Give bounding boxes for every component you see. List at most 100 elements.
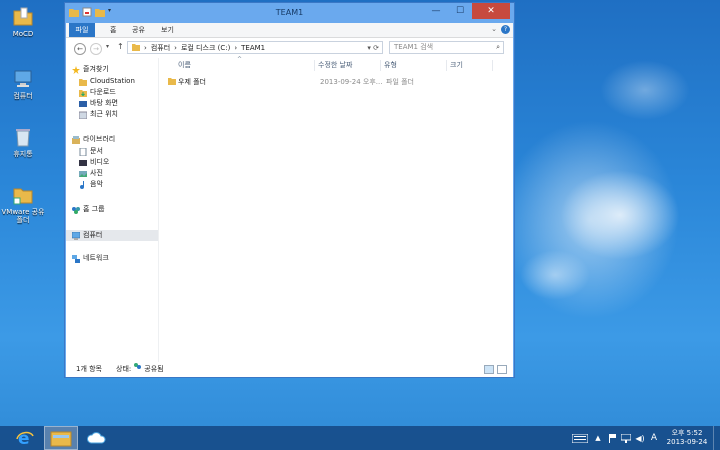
breadcrumb-computer[interactable]: 컴퓨터 — [151, 43, 170, 53]
network-tray-icon[interactable] — [621, 433, 631, 443]
explorer-window: ▾ TEAM1 — ☐ ✕ 파일 홈 공유 보기 ⌄ ? ← → ▾ ↑ › 컴… — [64, 2, 515, 378]
address-field[interactable]: › 컴퓨터 › 로컬 디스크 (C:) › TEAM1 ▾ ⟳ — [127, 41, 383, 54]
maximize-button[interactable]: ☐ — [448, 3, 472, 19]
star-icon — [72, 65, 80, 74]
nav-label: 비디오 — [90, 158, 110, 166]
search-icon: ⌕ — [496, 43, 500, 51]
details-view-button[interactable] — [484, 365, 494, 374]
desktop: MoCD 컴퓨터 휴지통 VMware 공유 폴더 ▾ TEAM1 — ☐ ✕ … — [0, 0, 720, 450]
table-row[interactable]: 우제 폴더 2013-09-24 오후... 파일 폴더 — [168, 77, 492, 88]
pictures-icon — [79, 170, 87, 178]
desktop-icon — [79, 100, 87, 108]
nav-label: 즐겨찾기 — [83, 65, 109, 73]
nav-label: 최근 위치 — [90, 110, 118, 118]
desktop-icon-recycle-bin[interactable]: 휴지통 — [0, 126, 46, 158]
computer-icon — [12, 68, 34, 90]
desktop-icon-computer[interactable]: 컴퓨터 — [0, 68, 46, 100]
nav-item-desktop[interactable]: 바탕 화면 — [79, 98, 171, 109]
folder-icon — [79, 78, 87, 86]
navigation-pane: 즐겨찾기 CloudStation 다운로드 바탕 화면 최근 위치 라이브러리… — [66, 58, 159, 362]
desktop-icon-label: 컴퓨터 — [13, 92, 33, 100]
nav-favorites[interactable]: 즐겨찾기 — [72, 64, 164, 75]
action-center-flag-icon[interactable] — [607, 433, 617, 443]
documents-icon — [79, 147, 87, 156]
column-header-size[interactable]: 크기 — [447, 60, 493, 71]
file-explorer-icon[interactable] — [44, 426, 78, 450]
search-input[interactable]: TEAM1 검색 ⌕ — [389, 41, 504, 54]
desktop-icon-mocd[interactable]: MoCD — [0, 6, 46, 38]
help-icon[interactable]: ? — [501, 25, 510, 34]
title-bar[interactable]: ▾ TEAM1 — ☐ ✕ — [65, 3, 514, 23]
nav-item-downloads[interactable]: 다운로드 — [79, 87, 171, 98]
tab-view[interactable]: 보기 — [161, 23, 174, 37]
tab-file[interactable]: 파일 — [69, 23, 95, 37]
computer-icon — [71, 231, 81, 240]
search-placeholder: TEAM1 검색 — [394, 43, 434, 51]
nav-label: 음악 — [90, 180, 103, 188]
clock[interactable]: 오후 5:52 2013-09-24 — [661, 429, 713, 447]
nav-label: 문서 — [90, 147, 103, 155]
show-hidden-icons-icon[interactable]: ▲ — [593, 433, 603, 443]
item-count: 1개 항목 — [76, 365, 102, 373]
window-controls: — ☐ ✕ — [424, 3, 510, 19]
nav-item-documents[interactable]: 문서 — [79, 146, 171, 157]
tab-home[interactable]: 홈 — [110, 23, 116, 37]
wallpaper-flower — [600, 60, 690, 120]
file-name: 우제 폴더 — [178, 78, 206, 86]
videos-icon — [79, 159, 87, 167]
volume-icon[interactable]: ◀) — [635, 433, 645, 443]
nav-item-music[interactable]: 음악 — [79, 179, 171, 190]
breadcrumb-separator: › — [144, 43, 147, 52]
nav-computer[interactable]: 컴퓨터 — [66, 230, 158, 241]
up-button[interactable]: ↑ — [117, 42, 124, 51]
system-tray: ▲ ◀) A 오후 5:52 2013-09-24 — [569, 426, 720, 450]
nav-label: 라이브러리 — [83, 135, 116, 143]
desktop-icon-label: MoCD — [12, 30, 34, 38]
cloud-station-icon[interactable] — [80, 426, 114, 450]
tab-share[interactable]: 공유 — [132, 23, 145, 37]
recent-places-icon — [78, 111, 88, 119]
address-bar-row: ← → ▾ ↑ › 컴퓨터 › 로컬 디스크 (C:) › TEAM1 ▾ ⟳ … — [66, 38, 513, 58]
nav-network[interactable]: 네트워크 — [72, 253, 164, 264]
file-type: 파일 폴더 — [386, 78, 414, 86]
desktop-icon-label: VMware 공유 폴더 — [1, 208, 45, 224]
recent-locations-icon[interactable]: ▾ — [106, 43, 109, 50]
status-bar: 1개 항목 상태: 공유됨 — [66, 362, 513, 377]
nav-item-videos[interactable]: 비디오 — [79, 157, 171, 168]
ime-indicator[interactable]: A — [649, 433, 659, 443]
network-icon — [72, 254, 80, 263]
keyboard-icon[interactable] — [571, 433, 589, 443]
ribbon-tabs: 파일 홈 공유 보기 ⌄ ? — [66, 23, 513, 38]
breadcrumb-team1[interactable]: TEAM1 — [241, 44, 265, 52]
back-button[interactable]: ← — [74, 43, 86, 55]
desktop-icon-vmware-shared[interactable]: VMware 공유 폴더 — [0, 184, 46, 224]
minimize-button[interactable]: — — [424, 3, 448, 19]
folder-icon — [168, 77, 178, 89]
music-icon — [79, 180, 87, 189]
clock-date: 2013-09-24 — [666, 438, 708, 446]
folder-icon — [12, 6, 34, 28]
forward-button[interactable]: → — [90, 43, 102, 55]
shared-users-icon — [133, 362, 142, 377]
refresh-icon[interactable]: ▾ ⟳ — [364, 44, 382, 52]
nav-item-pictures[interactable]: 사진 — [79, 168, 171, 179]
column-header-type[interactable]: 유형 — [381, 60, 447, 71]
breadcrumb-separator: › — [234, 43, 238, 52]
nav-label: 홈 그룹 — [83, 205, 105, 213]
breadcrumb-separator: › — [174, 43, 177, 52]
nav-item-cloudstation[interactable]: CloudStation — [79, 76, 171, 87]
breadcrumb-local-disk[interactable]: 로컬 디스크 (C:) — [181, 43, 230, 53]
library-icon — [72, 135, 80, 144]
nav-homegroup[interactable]: 홈 그룹 — [72, 204, 164, 215]
column-header-modified[interactable]: 수정한 날짜 — [315, 60, 381, 71]
folder-icon — [132, 43, 140, 53]
close-button[interactable]: ✕ — [472, 3, 510, 19]
expand-ribbon-icon[interactable]: ⌄ — [491, 25, 497, 33]
show-desktop-button[interactable] — [713, 426, 720, 450]
internet-explorer-icon[interactable]: e — [8, 426, 42, 450]
nav-item-recent[interactable]: 최근 위치 — [78, 109, 171, 120]
nav-libraries[interactable]: 라이브러리 — [72, 134, 164, 145]
large-icons-view-button[interactable] — [497, 365, 507, 374]
wallpaper-flower — [520, 250, 590, 300]
column-header-name[interactable]: 이름 — [175, 60, 315, 71]
